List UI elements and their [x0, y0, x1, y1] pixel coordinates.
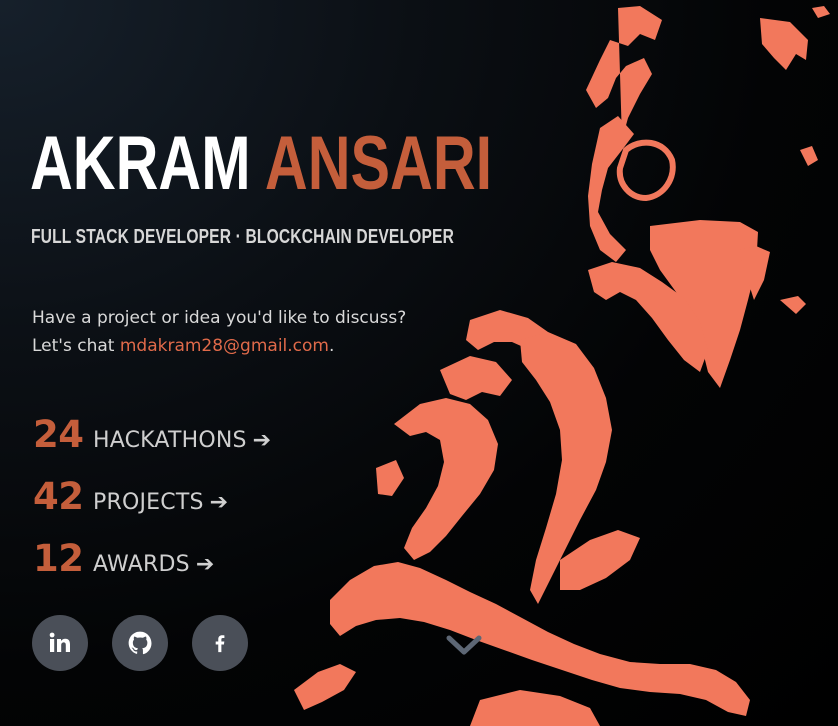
pitch-line: Have a project or idea you'd like to dis…: [32, 308, 407, 328]
linkedin-icon: [49, 632, 70, 652]
stat-label: AWARDS: [93, 552, 190, 577]
stat-label: PROJECTS: [93, 490, 204, 515]
linkedin-button[interactable]: [32, 615, 88, 671]
email-link[interactable]: mdakram28@gmail.com: [120, 336, 329, 356]
stat-number: 24: [33, 413, 84, 456]
facebook-button[interactable]: [192, 615, 248, 671]
stat-awards-link[interactable]: 12 AWARDS ➔: [33, 537, 271, 599]
contact-pitch: Have a project or idea you'd like to dis…: [32, 304, 406, 360]
social-links: [32, 615, 248, 671]
stat-hackathons-link[interactable]: 24 HACKATHONS ➔: [33, 413, 271, 475]
stat-number: 12: [33, 537, 84, 580]
stat-label: HACKATHONS: [93, 428, 247, 453]
cta-prefix: Let's chat: [32, 336, 120, 356]
github-button[interactable]: [112, 615, 168, 671]
facebook-icon: [215, 635, 225, 653]
stat-number: 42: [33, 475, 84, 518]
first-name: AKRAM: [30, 121, 251, 206]
chevron-down-icon[interactable]: [445, 632, 483, 658]
arrow-right-icon: ➔: [209, 490, 229, 515]
stat-projects-link[interactable]: 42 PROJECTS ➔: [33, 475, 271, 537]
hero-name: AKRAM ANSARI: [30, 126, 492, 202]
pitch-cta: Let's chat mdakram28@gmail.com.: [32, 332, 406, 360]
hero-section: AKRAM ANSARI FULL STACK DEVELOPER · BLOC…: [0, 0, 838, 726]
arrow-right-icon: ➔: [195, 552, 215, 577]
job-title: FULL STACK DEVELOPER · BLOCKCHAIN DEVELO…: [31, 226, 455, 248]
github-icon: [128, 631, 152, 655]
cta-suffix: .: [328, 336, 335, 356]
last-name: ANSARI: [264, 121, 493, 206]
stats-list: 24 HACKATHONS ➔ 42 PROJECTS ➔ 12 AWARDS …: [33, 413, 271, 599]
arrow-right-icon: ➔: [252, 428, 272, 453]
